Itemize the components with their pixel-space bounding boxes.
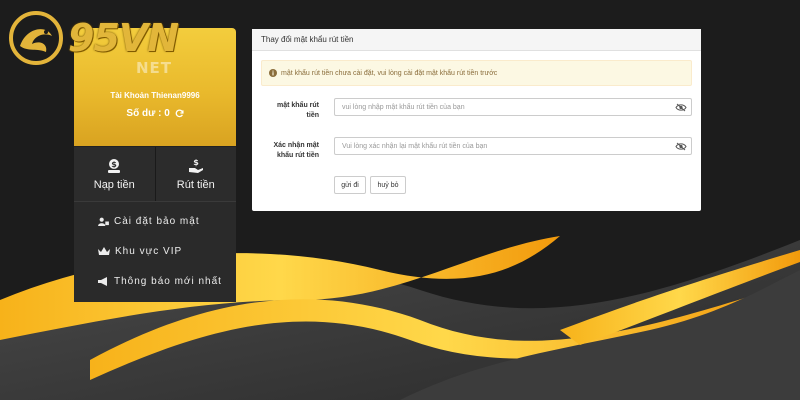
deposit-button[interactable]: $ Nạp tiền	[74, 147, 155, 201]
dragon-logo-icon	[9, 11, 63, 65]
brand-logo[interactable]: 95VN	[6, 8, 179, 68]
warning-alert: mật khẩu rút tiền chưa cài đặt, vui lòng…	[261, 60, 692, 86]
account-menu: Cài đặt bảo mật Khu vực VIP Thông báo mớ…	[74, 201, 236, 302]
withdraw-label: Rút tiền	[176, 178, 215, 191]
deposit-money-icon: $	[108, 158, 121, 173]
balance-row: Số dư : 0	[74, 108, 236, 119]
label-line: tiền	[306, 112, 319, 119]
account-name: Tài Khoản Thienan9996	[110, 91, 200, 100]
label-line: mật khẩu rút	[276, 102, 319, 109]
svg-text:$: $	[111, 160, 117, 169]
submit-button[interactable]: gửi đi	[334, 176, 366, 194]
label-line: Xác nhận mật	[273, 142, 319, 149]
alert-text: mật khẩu rút tiền chưa cài đặt, vui lòng…	[281, 69, 498, 77]
logo-text: 95VN	[68, 16, 179, 60]
confirm-password-field-label: Xác nhận mật khẩu rút tiền	[252, 141, 319, 161]
info-icon	[269, 69, 277, 77]
refresh-icon[interactable]	[175, 109, 184, 118]
eye-slash-icon[interactable]	[675, 142, 687, 151]
balance-value: 0	[164, 108, 170, 119]
deposit-withdraw-actions: $ Nạp tiền $ Rút tiền	[74, 146, 236, 201]
account-sidebar: NET Tài Khoản Thienan9996 Số dư : 0 $ Nạ…	[74, 28, 236, 302]
balance-label: Số dư :	[126, 108, 162, 119]
user-lock-icon	[98, 217, 109, 226]
crown-icon	[98, 246, 110, 255]
menu-item-security-settings[interactable]: Cài đặt bảo mật	[74, 206, 236, 236]
megaphone-icon	[98, 276, 107, 286]
menu-item-latest-news[interactable]: Thông báo mới nhất	[74, 266, 236, 296]
input-placeholder: vui lòng nhập mật khẩu rút tiền của bạn	[342, 103, 465, 111]
withdraw-money-icon: $	[188, 158, 203, 173]
withdraw-password-input[interactable]: vui lòng nhập mật khẩu rút tiền của bạn	[334, 98, 692, 116]
deposit-label: Nạp tiền	[93, 178, 135, 191]
confirm-password-input[interactable]: Vui lòng xác nhận lại mật khẩu rút tiền …	[334, 137, 692, 155]
menu-label: Thông báo mới nhất	[114, 275, 222, 287]
svg-text:$: $	[193, 158, 199, 167]
password-field-label: mật khẩu rút tiền	[252, 101, 319, 121]
panel-title: Thay đổi mật khẩu rút tiền	[252, 29, 701, 51]
menu-label: Khu vực VIP	[115, 245, 183, 257]
withdraw-button[interactable]: $ Rút tiền	[154, 147, 237, 201]
eye-slash-icon[interactable]	[675, 103, 687, 112]
input-placeholder: Vui lòng xác nhận lại mật khẩu rút tiền …	[342, 142, 488, 150]
cancel-button[interactable]: huỷ bỏ	[370, 176, 406, 194]
change-withdraw-password-panel: Thay đổi mật khẩu rút tiền mật khẩu rút …	[252, 29, 701, 211]
menu-item-vip-area[interactable]: Khu vực VIP	[74, 236, 236, 266]
label-line: khẩu rút tiền	[276, 152, 319, 159]
menu-label: Cài đặt bảo mật	[114, 215, 200, 227]
